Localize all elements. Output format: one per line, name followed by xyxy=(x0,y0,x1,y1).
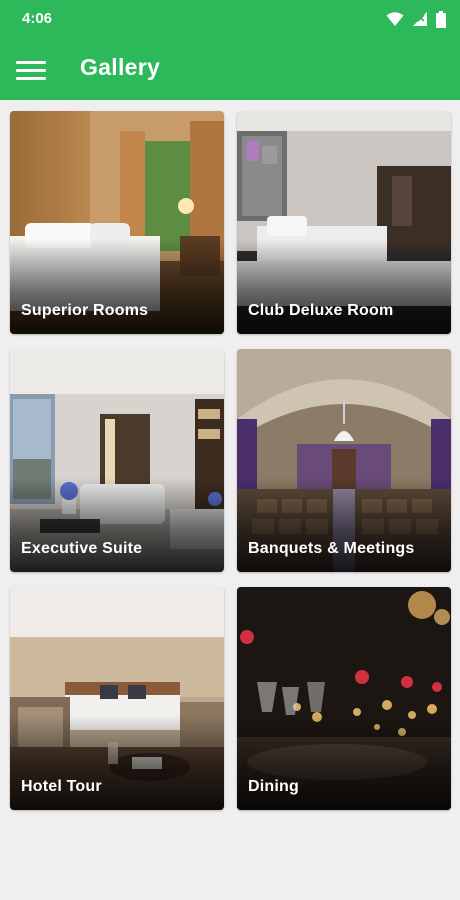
gallery-card-dining[interactable]: Dining xyxy=(237,587,451,810)
gallery-card-superior-rooms[interactable]: Superior Rooms xyxy=(10,111,224,334)
wifi-icon xyxy=(386,12,404,26)
card-label: Superior Rooms xyxy=(21,302,149,319)
card-label: Dining xyxy=(248,778,299,795)
signal-off-icon xyxy=(413,12,427,26)
status-time: 4:06 xyxy=(22,10,53,27)
page-title: Gallery xyxy=(80,54,161,80)
card-label: Banquets & Meetings xyxy=(248,540,415,557)
status-icons xyxy=(386,10,446,28)
gallery-card-hotel-tour[interactable]: Hotel Tour xyxy=(10,587,224,810)
gallery-card-banquets-meetings[interactable]: Banquets & Meetings xyxy=(237,349,451,572)
card-label: Club Deluxe Room xyxy=(248,302,394,319)
battery-icon xyxy=(436,10,446,28)
card-label: Executive Suite xyxy=(21,540,143,557)
card-label: Hotel Tour xyxy=(21,778,102,795)
gallery-card-executive-suite[interactable]: Executive Suite xyxy=(10,349,224,572)
hamburger-menu-icon[interactable] xyxy=(14,54,48,84)
app-bar: 4:06 Gallery xyxy=(0,0,460,100)
toolbar: Gallery xyxy=(0,38,460,100)
status-bar: 4:06 xyxy=(0,0,460,38)
gallery-card-club-deluxe-room[interactable]: Club Deluxe Room xyxy=(237,111,451,334)
